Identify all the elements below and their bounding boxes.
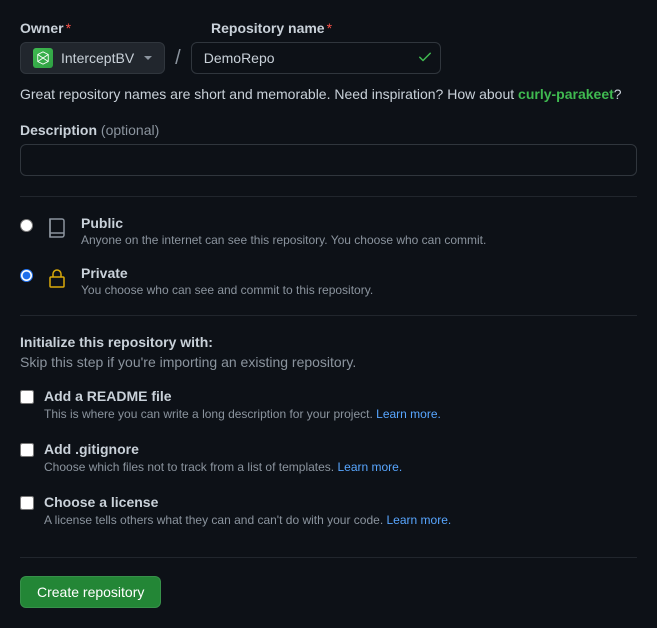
repo-name-label: Repository name — [211, 20, 325, 36]
init-skip-text: Skip this step if you're importing an ex… — [20, 354, 637, 370]
choose-license-desc: A license tells others what they can and… — [44, 513, 451, 527]
init-heading: Initialize this repository with: — [20, 334, 637, 350]
required-indicator: * — [327, 20, 332, 36]
path-separator: / — [175, 47, 181, 70]
name-suggestion-link[interactable]: curly-parakeet — [518, 86, 614, 102]
name-helper-text: Great repository names are short and mem… — [20, 86, 637, 102]
description-label: Description — [20, 122, 97, 138]
repo-icon — [45, 216, 69, 240]
required-indicator: * — [66, 20, 71, 36]
choose-license-checkbox[interactable] — [20, 496, 34, 510]
visibility-public-desc: Anyone on the internet can see this repo… — [81, 233, 486, 247]
caret-down-icon — [144, 56, 152, 60]
owner-avatar-icon — [33, 48, 53, 68]
visibility-public-radio[interactable] — [20, 219, 33, 232]
readme-learn-more-link[interactable]: Learn more. — [376, 407, 441, 421]
owner-name: InterceptBV — [61, 50, 134, 66]
add-readme-desc: This is where you can write a long descr… — [44, 407, 441, 421]
add-gitignore-label: Add .gitignore — [44, 441, 402, 457]
checkmark-icon — [417, 49, 433, 68]
optional-indicator: (optional) — [101, 122, 159, 138]
visibility-public-title: Public — [81, 215, 486, 231]
visibility-private-desc: You choose who can see and commit to thi… — [81, 283, 373, 297]
add-gitignore-desc: Choose which files not to track from a l… — [44, 460, 402, 474]
description-input[interactable] — [20, 144, 637, 176]
lock-icon — [45, 266, 69, 290]
repo-name-input[interactable] — [191, 42, 441, 74]
create-repository-button[interactable]: Create repository — [20, 576, 161, 608]
gitignore-learn-more-link[interactable]: Learn more. — [337, 460, 402, 474]
owner-label: Owner — [20, 20, 64, 36]
visibility-private-radio[interactable] — [20, 269, 33, 282]
divider — [20, 557, 637, 558]
choose-license-label: Choose a license — [44, 494, 451, 510]
add-readme-label: Add a README file — [44, 388, 441, 404]
owner-select-button[interactable]: InterceptBV — [20, 42, 165, 74]
add-gitignore-checkbox[interactable] — [20, 443, 34, 457]
visibility-private-title: Private — [81, 265, 373, 281]
license-learn-more-link[interactable]: Learn more. — [387, 513, 452, 527]
add-readme-checkbox[interactable] — [20, 390, 34, 404]
